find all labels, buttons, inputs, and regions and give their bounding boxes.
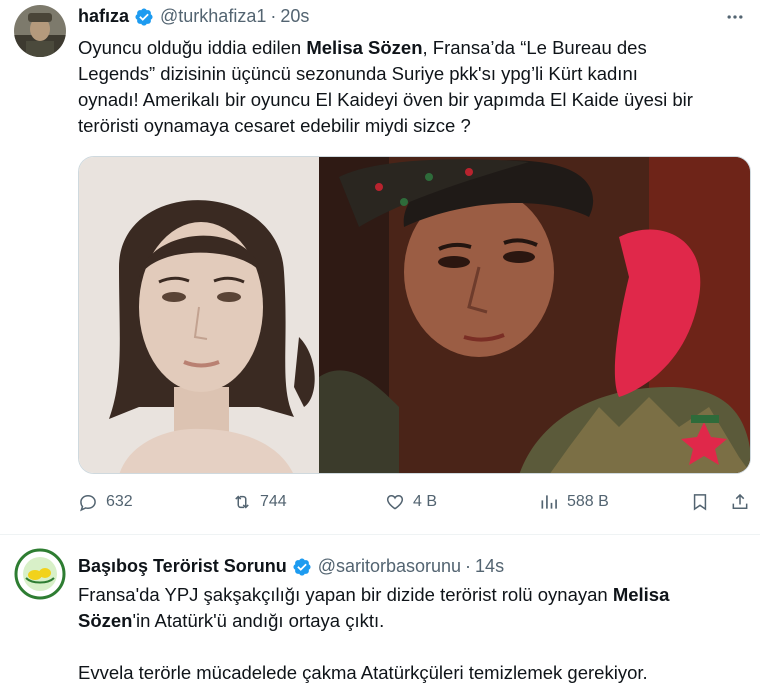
views-count: 588 B bbox=[567, 493, 609, 510]
text-line: Sözen'in Atatürk'ü andığı ortaya çıktı. bbox=[78, 608, 738, 634]
tweet-media[interactable] bbox=[78, 156, 751, 474]
text-run: 'in Atatürk'ü andığı ortaya çıktı. bbox=[132, 610, 385, 631]
verified-badge-icon bbox=[292, 557, 312, 577]
text-line: Oyuncu olduğu iddia edilen Melisa Sözen,… bbox=[78, 35, 738, 61]
reply-count: 632 bbox=[106, 493, 133, 510]
share-button[interactable] bbox=[730, 492, 750, 517]
verified-badge-icon bbox=[134, 7, 154, 27]
reply-icon bbox=[80, 494, 96, 512]
text-run: Oyuncu olduğu iddia edilen bbox=[78, 37, 307, 58]
text-run: Legends” dizisinin üçüncü sezonunda Suri… bbox=[78, 63, 638, 84]
repost-button[interactable]: 744 bbox=[232, 492, 287, 512]
text-line: teröristi oynamaya cesaret edebilir miyd… bbox=[78, 113, 738, 139]
bookmark-icon bbox=[693, 494, 707, 511]
reply-button[interactable]: 632 bbox=[78, 492, 133, 512]
tweet-text: Oyuncu olduğu iddia edilen Melisa Sözen,… bbox=[78, 35, 738, 139]
share-icon bbox=[732, 493, 748, 509]
bold-text: Melisa bbox=[612, 584, 670, 605]
tweet-1[interactable]: hafıza @turkhafiza1 · 20s Oyuncu olduğu … bbox=[0, 0, 760, 535]
timestamp[interactable]: 20s bbox=[280, 6, 309, 27]
bold-text: Sözen bbox=[78, 610, 133, 631]
tweet-text: Fransa'da YPJ şakşakçılığı yapan bir diz… bbox=[78, 582, 738, 686]
text-line: Legends” dizisinin üçüncü sezonunda Suri… bbox=[78, 61, 738, 87]
views-icon bbox=[541, 495, 557, 509]
text-run: oynadı! Amerikalı bir oyuncu El Kaideyi … bbox=[78, 89, 693, 110]
text-line: oynadı! Amerikalı bir oyuncu El Kaideyi … bbox=[78, 87, 738, 113]
views-button[interactable]: 588 B bbox=[539, 492, 609, 512]
text-run: Evvela terörle mücadelede çakma Atatürkç… bbox=[78, 662, 648, 683]
separator-dot: · bbox=[465, 556, 472, 576]
media-image-portrait[interactable] bbox=[79, 157, 319, 473]
tweet-2[interactable]: Başıboş Terörist Sorunu @saritorbasorunu… bbox=[0, 536, 760, 692]
text-line: Fransa'da YPJ şakşakçılığı yapan bir diz… bbox=[78, 582, 738, 608]
timestamp[interactable]: 14s bbox=[475, 556, 504, 577]
text-run: , Fransa’da “Le Bureau des bbox=[422, 37, 647, 58]
tweet-header: Başıboş Terörist Sorunu @saritorbasorunu… bbox=[78, 556, 504, 577]
text-run: teröristi oynamaya cesaret edebilir miyd… bbox=[78, 115, 471, 136]
avatar[interactable] bbox=[14, 5, 66, 57]
media-image-character[interactable] bbox=[319, 157, 750, 473]
more-icon[interactable] bbox=[720, 2, 750, 32]
tweet-actions: 632 744 4 B 588 B bbox=[78, 492, 750, 518]
handle[interactable]: @saritorbasorunu bbox=[318, 556, 461, 577]
repost-icon bbox=[235, 495, 249, 509]
avatar[interactable] bbox=[14, 548, 66, 600]
like-count: 4 B bbox=[413, 493, 438, 510]
tweet-header: hafıza @turkhafiza1 · 20s bbox=[78, 6, 309, 27]
separator-dot: · bbox=[270, 6, 277, 26]
bold-text: Melisa Sözen bbox=[306, 37, 423, 58]
display-name[interactable]: Başıboş Terörist Sorunu bbox=[78, 556, 287, 577]
like-button[interactable]: 4 B bbox=[385, 492, 437, 512]
bookmark-button[interactable] bbox=[690, 492, 710, 517]
display-name[interactable]: hafıza bbox=[78, 6, 129, 27]
like-icon bbox=[386, 494, 404, 510]
repost-count: 744 bbox=[260, 493, 287, 510]
text-line: Evvela terörle mücadelede çakma Atatürkç… bbox=[78, 660, 738, 686]
handle[interactable]: @turkhafiza1 bbox=[160, 6, 266, 27]
text-run: Fransa'da YPJ şakşakçılığı yapan bir diz… bbox=[78, 584, 613, 605]
